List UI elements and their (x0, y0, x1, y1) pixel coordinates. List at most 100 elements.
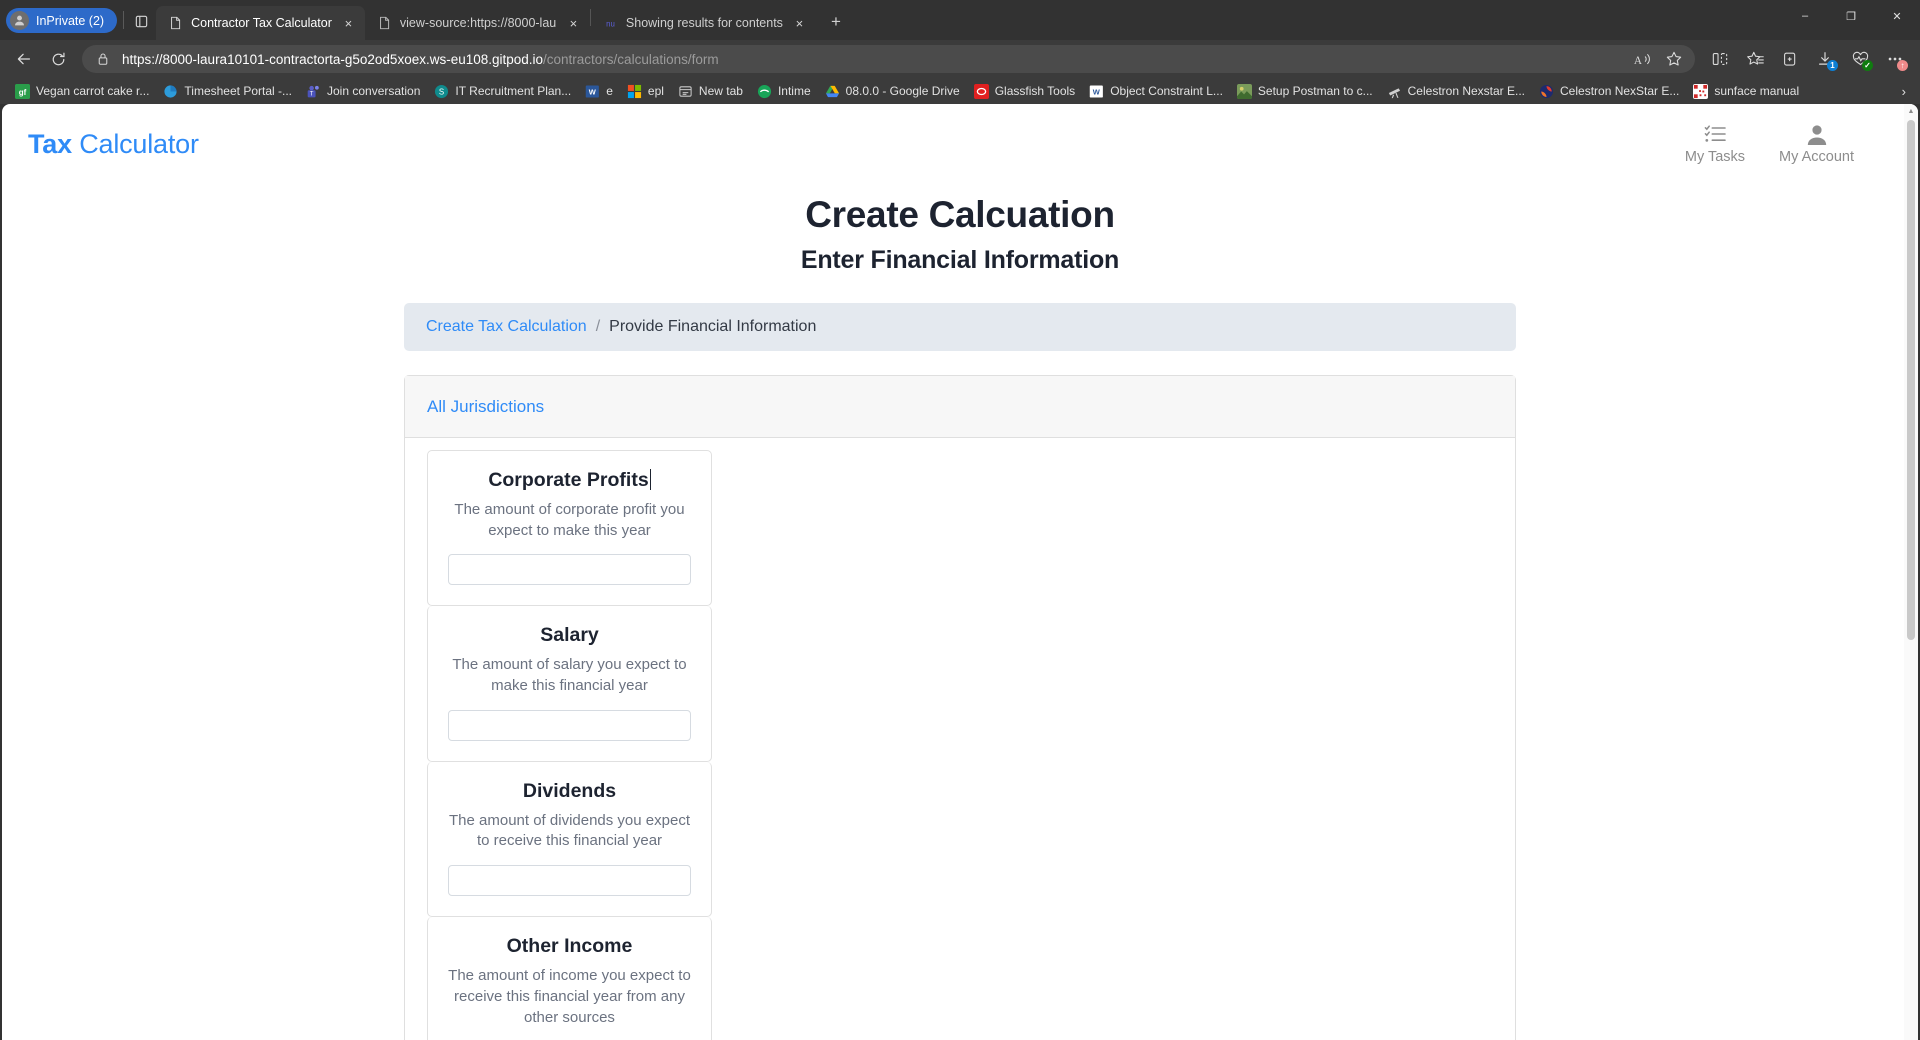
sharepoint-icon: S (434, 84, 449, 99)
collections-icon[interactable] (1773, 44, 1807, 74)
back-button[interactable] (8, 44, 40, 74)
page-scrollbar[interactable]: ▲ (1904, 104, 1918, 1040)
field-description: The amount of salary you expect to make … (452, 656, 687, 695)
intime-icon (757, 84, 772, 99)
qr-icon (1693, 83, 1709, 99)
window-controls: – ❐ ✕ (1782, 0, 1920, 40)
bookmark-item[interactable]: Intime (750, 82, 818, 101)
inprivate-avatar-icon (10, 11, 29, 30)
maximize-button[interactable]: ❐ (1828, 0, 1874, 32)
bookmark-label: sunface manual (1714, 84, 1800, 98)
field-description: The amount of dividends you expect to re… (449, 811, 690, 850)
brand-bold: Tax (28, 128, 72, 159)
bookmarks-bar: gf Vegan carrot cake r... Timesheet Port… (0, 78, 1920, 104)
telescope-icon (1387, 84, 1402, 99)
settings-more-icon[interactable]: ↑ (1878, 44, 1912, 74)
scrollbar-thumb[interactable] (1907, 120, 1915, 640)
essentials-badge: ✓ (1862, 60, 1873, 71)
tab-actions-icon[interactable] (126, 6, 156, 36)
bookmark-item[interactable]: Celestron NexStar E... (1532, 82, 1686, 101)
svg-text:W: W (1093, 87, 1101, 96)
split-screen-icon[interactable] (1703, 44, 1737, 74)
bookmark-item[interactable]: Setup Postman to c... (1230, 82, 1380, 101)
downloads-icon[interactable]: 1 (1808, 44, 1842, 74)
bookmark-label: Intime (777, 84, 811, 98)
inprivate-label: InPrivate (2) (36, 13, 105, 28)
bookmark-item[interactable]: Glassfish Tools (967, 82, 1082, 101)
tab-contractor-tax-calculator[interactable]: Contractor Tax Calculator × (156, 6, 365, 40)
refresh-button[interactable] (42, 44, 74, 74)
bookmark-item[interactable]: W Object Constraint L... (1082, 82, 1230, 101)
bookmark-label: Vegan carrot cake r... (36, 84, 150, 98)
bookmark-label: Object Constraint L... (1110, 84, 1223, 98)
tab-close-icon[interactable]: × (340, 15, 357, 32)
svg-text:nu: nu (606, 20, 615, 29)
word-icon: W (585, 84, 600, 99)
app-brand[interactable]: Tax Calculator (28, 129, 199, 160)
svg-text:T: T (310, 91, 314, 97)
nav-label: My Tasks (1684, 149, 1746, 165)
photo-icon (1236, 83, 1252, 99)
bookmark-label: Celestron NexStar E... (1560, 84, 1680, 98)
bookmark-item[interactable]: W e (578, 82, 620, 101)
close-window-button[interactable]: ✕ (1874, 0, 1920, 32)
tab-close-icon[interactable]: × (791, 15, 808, 32)
page-container: Create Tax Calculation / Provide Financi… (404, 303, 1516, 1040)
field-card-other-income: Other Income The amount of income you ex… (427, 917, 712, 1040)
app-header: Tax Calculator My Tasks My Account (2, 104, 1918, 172)
bookmarks-overflow-button[interactable]: › (1896, 84, 1912, 99)
corporate-profits-input[interactable] (448, 554, 691, 586)
dividends-input[interactable] (448, 865, 691, 897)
tab-strip: InPrivate (2) Contractor Tax Calculator … (0, 0, 1920, 40)
salary-input[interactable] (448, 709, 691, 741)
svg-text:A: A (1633, 54, 1642, 66)
tab-all-jurisdictions[interactable]: All Jurisdictions (427, 397, 544, 417)
address-toolbar: https://8000-laura10101-contractorta-g5o… (0, 40, 1920, 78)
breadcrumb-link-create-tax-calculation[interactable]: Create Tax Calculation (426, 318, 587, 336)
field-title: Dividends (522, 779, 617, 802)
favorites-icon[interactable] (1738, 44, 1772, 74)
bookmark-item[interactable]: Celestron Nexstar E... (1380, 82, 1532, 101)
tab-title: view-source:https://8000-laura10 (399, 16, 557, 30)
nu-icon: nu (603, 16, 618, 31)
nav-label: My Account (1779, 149, 1854, 165)
svg-text:gf: gf (19, 88, 27, 97)
nav-my-account[interactable]: My Account (1779, 123, 1854, 165)
person-icon (1806, 123, 1828, 145)
bookmark-label: epl (647, 84, 664, 98)
read-aloud-icon[interactable]: A (1627, 46, 1657, 72)
nav-my-tasks[interactable]: My Tasks (1685, 123, 1745, 165)
new-tab-button[interactable]: + (822, 8, 850, 36)
field-card-corporate-profits: Corporate Profits The amount of corporat… (427, 450, 712, 607)
drive-icon (825, 84, 840, 99)
bookmark-item[interactable]: T Join conversation (299, 82, 427, 101)
star-icon[interactable] (1659, 46, 1689, 72)
scroll-up-arrow[interactable]: ▲ (1904, 104, 1918, 118)
field-title: Other Income (506, 935, 633, 958)
field-description: The amount of income you expect to recei… (448, 967, 691, 1026)
browser-essentials-icon[interactable]: ✓ (1843, 44, 1877, 74)
minimize-button[interactable]: – (1782, 0, 1828, 32)
bookmark-item[interactable]: 08.0.0 - Google Drive (818, 82, 967, 101)
bookmark-label: e (606, 84, 613, 98)
breadcrumb-separator: / (595, 318, 601, 335)
bookmark-label: Setup Postman to c... (1257, 84, 1373, 98)
inprivate-profile-button[interactable]: InPrivate (2) (6, 8, 118, 33)
brand-light: Calculator (71, 128, 199, 159)
tab-showing-results[interactable]: nu Showing results for contents of t × (591, 6, 816, 40)
bookmark-item[interactable]: epl (620, 82, 671, 101)
bookmark-item[interactable]: gf Vegan carrot cake r... (8, 82, 156, 101)
tab-close-icon[interactable]: × (565, 15, 582, 32)
bookmark-label: New tab (698, 84, 743, 98)
bookmark-label: IT Recruitment Plan... (455, 84, 572, 98)
browser-window: InPrivate (2) Contractor Tax Calculator … (0, 0, 1920, 1040)
address-bar[interactable]: https://8000-laura10101-contractorta-g5o… (82, 45, 1695, 73)
field-title-text: Corporate Profits (488, 469, 649, 491)
bookmark-item[interactable]: S IT Recruitment Plan... (427, 82, 578, 101)
bookmark-item[interactable]: New tab (671, 82, 750, 101)
tab-view-source[interactable]: view-source:https://8000-laura10 × (365, 6, 590, 40)
bookmark-item[interactable]: sunface manual (1686, 82, 1806, 101)
field-title: Salary (540, 624, 599, 647)
page-icon (168, 16, 183, 31)
bookmark-item[interactable]: Timesheet Portal -... (156, 82, 299, 101)
